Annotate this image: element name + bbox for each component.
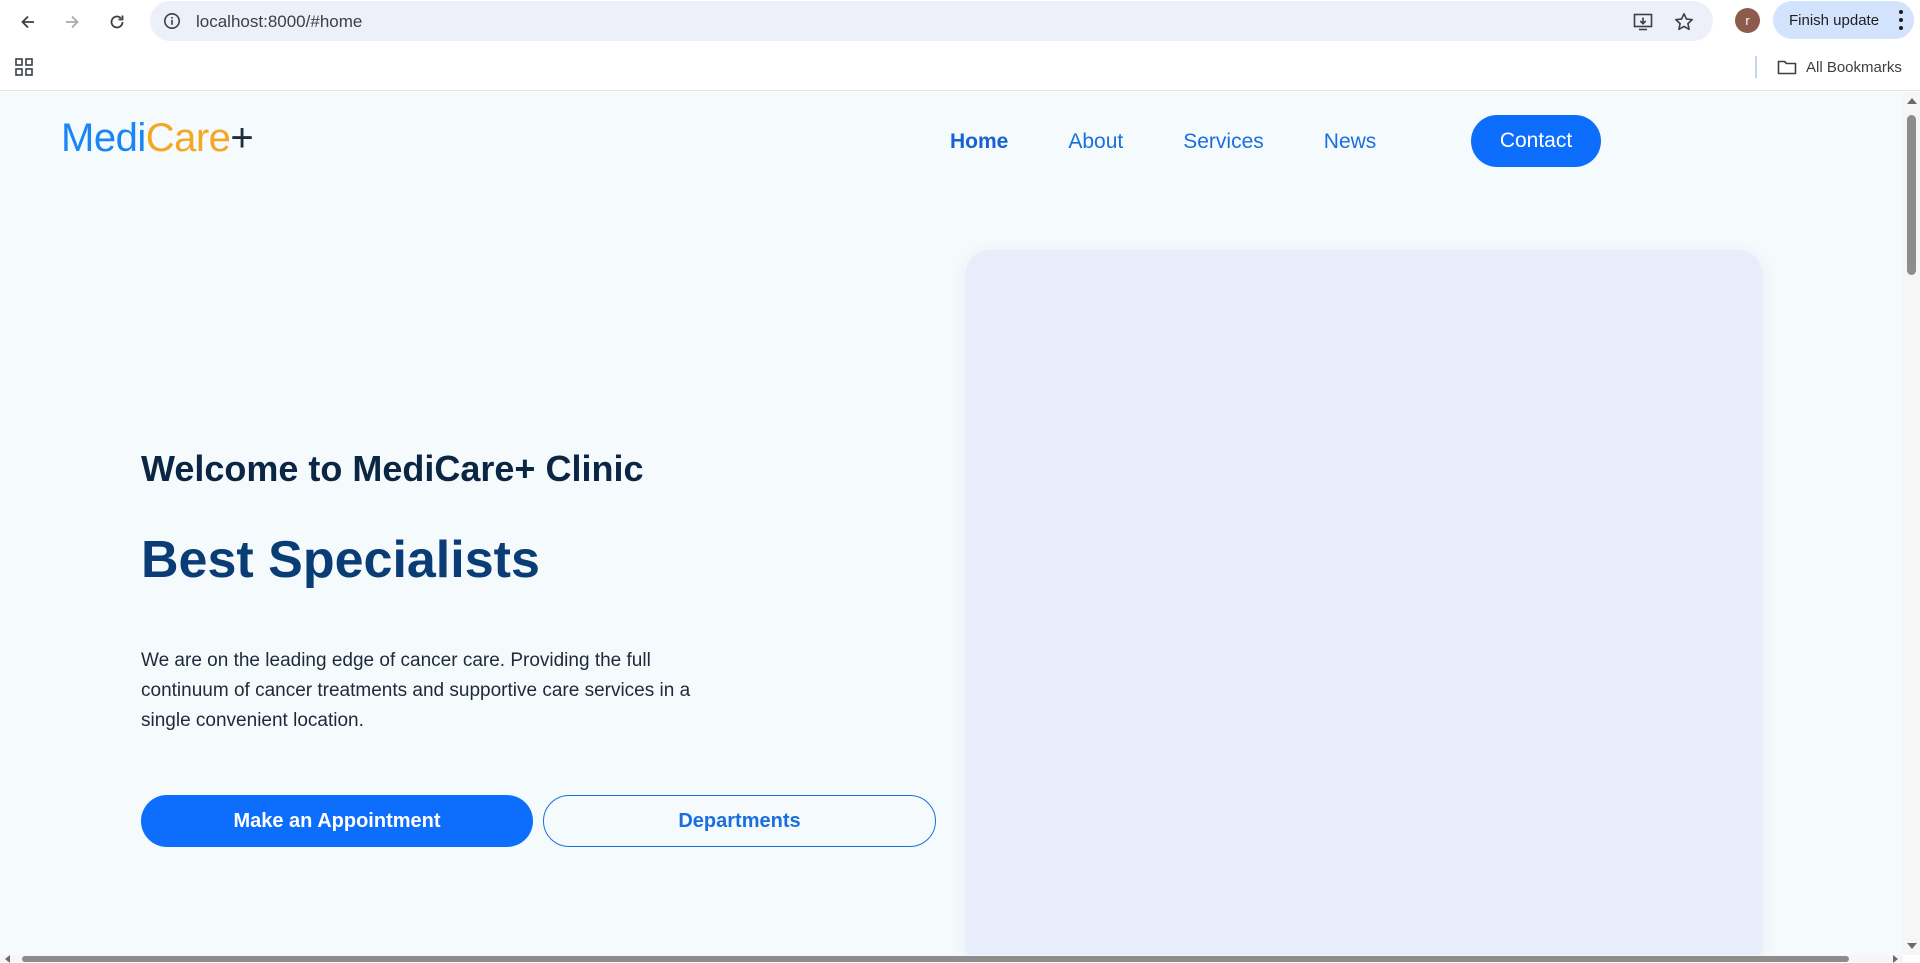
make-appointment-button[interactable]: Make an Appointment xyxy=(141,795,533,847)
all-bookmarks-button[interactable]: All Bookmarks xyxy=(1776,55,1902,79)
bookmarks-bar: All Bookmarks xyxy=(0,42,1920,91)
logo-plus: + xyxy=(230,116,254,160)
nav-news[interactable]: News xyxy=(1324,130,1377,154)
logo-care: Care xyxy=(145,116,231,160)
contact-button[interactable]: Contact xyxy=(1471,115,1601,167)
main-navigation: Home About Services News xyxy=(950,130,1436,154)
hero-subtitle: Welcome to MediCare+ Clinic xyxy=(141,448,644,489)
forward-button[interactable] xyxy=(56,6,88,38)
horizontal-scrollbar[interactable] xyxy=(0,955,1903,963)
arrow-right-icon xyxy=(66,15,79,29)
bookmark-star-icon[interactable] xyxy=(1670,8,1698,36)
more-menu-icon[interactable] xyxy=(1898,10,1904,30)
apps-grid-icon[interactable] xyxy=(13,56,35,78)
nav-about[interactable]: About xyxy=(1068,130,1123,154)
url-text[interactable]: localhost:8000/#home xyxy=(196,12,362,32)
avatar-initial: r xyxy=(1745,13,1750,28)
vertical-scrollbar[interactable] xyxy=(1903,92,1920,955)
scroll-up-arrow-icon[interactable] xyxy=(1907,98,1917,104)
page-viewport: MediCare+ Home About Services News Conta… xyxy=(0,92,1903,955)
back-button[interactable] xyxy=(12,6,44,38)
site-logo[interactable]: MediCare+ xyxy=(61,116,254,161)
install-app-icon[interactable] xyxy=(1629,8,1657,36)
horizontal-scroll-thumb[interactable] xyxy=(22,956,1849,962)
bookmarks-divider xyxy=(1755,56,1757,78)
scroll-down-arrow-icon[interactable] xyxy=(1907,943,1917,949)
address-bar[interactable]: localhost:8000/#home xyxy=(150,1,1713,41)
nav-home[interactable]: Home xyxy=(950,130,1008,154)
reload-icon xyxy=(110,15,124,29)
finish-update-label: Finish update xyxy=(1789,11,1880,29)
profile-avatar[interactable]: r xyxy=(1735,8,1760,33)
hero-description: We are on the leading edge of cancer car… xyxy=(141,650,691,731)
departments-button[interactable]: Departments xyxy=(543,795,936,847)
browser-toolbar: localhost:8000/#home r Finish update xyxy=(0,0,1920,42)
hero-title: Best Specialists xyxy=(141,531,540,589)
site-info-icon[interactable] xyxy=(162,11,182,31)
folder-icon xyxy=(1777,60,1797,75)
nav-services[interactable]: Services xyxy=(1183,130,1264,154)
logo-medi: Medi xyxy=(61,116,146,160)
all-bookmarks-label: All Bookmarks xyxy=(1806,58,1902,76)
vertical-scroll-thumb[interactable] xyxy=(1907,115,1916,275)
hero-image-placeholder xyxy=(966,250,1762,955)
finish-update-button[interactable]: Finish update xyxy=(1773,1,1914,39)
reload-button[interactable] xyxy=(101,6,133,38)
arrow-left-icon xyxy=(21,15,34,29)
